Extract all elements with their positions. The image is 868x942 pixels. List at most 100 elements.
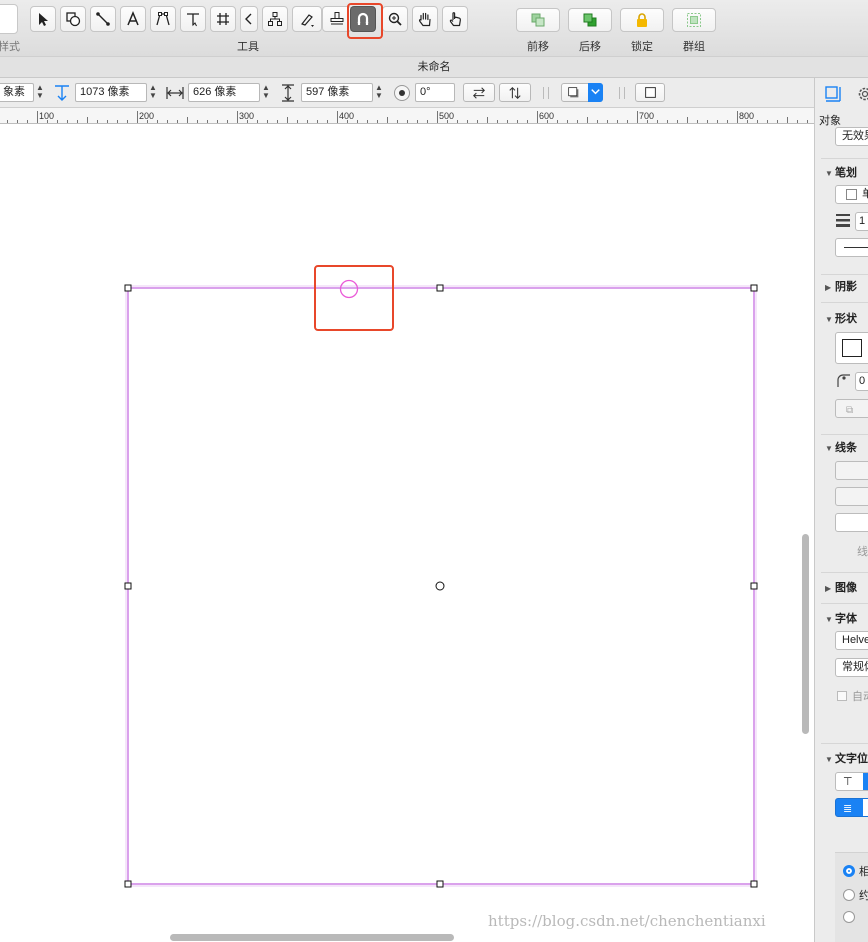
text-halign-segmented[interactable]: ≣ — [835, 798, 868, 817]
text-position-section-header[interactable]: ▼文字位置 — [825, 750, 868, 766]
text-wrap-radio-1[interactable]: 相 — [843, 863, 868, 879]
send-backward-icon — [583, 13, 597, 27]
text-valign-segmented[interactable]: ⊤ — [835, 772, 868, 791]
stroke-width-icon — [836, 214, 850, 227]
x-stepper[interactable]: ▲ ▼ — [34, 83, 46, 102]
stroke-pattern-popup[interactable] — [835, 238, 868, 257]
drawing-canvas[interactable] — [0, 124, 814, 942]
selection-tool-button[interactable] — [30, 6, 56, 32]
center-handle[interactable] — [435, 581, 445, 591]
resize-handle-right[interactable] — [750, 582, 758, 590]
magnet-point-marker[interactable] — [339, 279, 359, 299]
flip-vertical-button[interactable] — [499, 83, 531, 102]
text-wrap-radio-3[interactable] — [843, 911, 855, 924]
chevron-left-icon — [245, 13, 252, 25]
resize-handle-top[interactable] — [436, 284, 444, 292]
horizontal-scrollbar[interactable] — [170, 934, 454, 941]
send-backward-button[interactable] — [568, 8, 612, 32]
pen-tool-button[interactable] — [150, 6, 176, 32]
width-field[interactable]: 626 像素 — [188, 83, 260, 102]
zoom-tool-button[interactable] — [382, 6, 408, 32]
height-field[interactable]: 597 像素 — [301, 83, 373, 102]
text-wrap-group: 相 约 — [835, 852, 868, 942]
point-edit-icon — [187, 13, 199, 27]
rotation-dial-icon[interactable] — [392, 83, 412, 103]
corner-radius-icon — [837, 374, 850, 387]
y-stepper[interactable]: ▲ ▼ — [147, 83, 159, 102]
stroke-type-popup[interactable]: 单 — [835, 185, 868, 204]
corner-radius-field[interactable]: 0 — [855, 372, 868, 391]
section-divider — [821, 572, 868, 573]
gear-icon[interactable] — [855, 84, 868, 104]
shape-section-header[interactable]: ▼ 形状 — [825, 310, 857, 326]
ruler-label: 600 — [539, 111, 554, 121]
font-auto-checkbox[interactable]: 自动 — [837, 688, 868, 704]
section-divider — [821, 434, 868, 435]
hash-icon — [217, 13, 229, 25]
width-stepper[interactable]: ▲ ▼ — [260, 83, 272, 102]
object-inspector-tab-icon[interactable] — [823, 84, 843, 104]
point-tool-button[interactable] — [180, 6, 206, 32]
font-section-header[interactable]: ▼ 字体 — [825, 610, 857, 626]
resize-handle-top-right[interactable] — [750, 284, 758, 292]
vertical-scrollbar[interactable] — [802, 534, 809, 734]
resize-handle-bottom-right[interactable] — [750, 880, 758, 888]
height-stepper[interactable]: ▲ ▼ — [373, 83, 385, 102]
style-brush-tool-button[interactable] — [292, 6, 322, 32]
x-position-field[interactable]: 象素 — [0, 83, 34, 102]
y-position-field[interactable]: 1073 像素 — [75, 83, 147, 102]
shape-picker[interactable] — [835, 332, 868, 364]
resize-handle-bottom-left[interactable] — [124, 880, 132, 888]
resize-handle-bottom[interactable] — [436, 880, 444, 888]
ruler-label: 400 — [339, 111, 354, 121]
font-style-popup[interactable]: 常规体 — [835, 658, 868, 677]
group-button[interactable] — [672, 8, 716, 32]
line-icon — [96, 12, 110, 26]
font-family-popup[interactable]: Helvetica — [835, 631, 868, 650]
collapse-tools-button[interactable] — [240, 6, 258, 32]
resize-handle-left[interactable] — [124, 582, 132, 590]
group-icon — [687, 13, 701, 27]
lock-icon — [637, 13, 647, 27]
resize-handle-top-left[interactable] — [124, 284, 132, 292]
shadow-style-popup[interactable] — [561, 83, 603, 102]
lines-section-header[interactable]: ▼ 线条 — [825, 439, 857, 455]
height-icon — [282, 84, 294, 102]
grid-tool-button[interactable] — [210, 6, 236, 32]
text-wrap-radio-2[interactable]: 约 — [843, 887, 868, 903]
watermark-text: https://blog.csdn.net/chenchentianxi — [488, 912, 766, 930]
ruler-label: 500 — [439, 111, 454, 121]
diagram-tool-button[interactable] — [262, 6, 288, 32]
stroke-section-header[interactable]: ▼ 笔划 — [825, 164, 857, 180]
line-type-popup[interactable] — [835, 461, 868, 480]
bring-forward-icon — [531, 13, 545, 27]
pointing-hand-icon — [449, 12, 461, 27]
shadow-section-header[interactable]: ▶ 阴影 — [825, 278, 857, 294]
stroke-checkbox[interactable] — [846, 189, 857, 200]
stroke-style-button[interactable] — [635, 83, 665, 102]
convert-shape-button[interactable]: ⧉ — [835, 399, 868, 418]
fill-popup[interactable]: 无效果 — [835, 127, 868, 146]
line-head-popup[interactable] — [835, 487, 868, 506]
line-hops-popup[interactable] — [835, 513, 868, 532]
group-label: 群组 — [683, 41, 705, 53]
section-divider — [821, 743, 868, 744]
image-section-header[interactable]: ▶ 图像 — [825, 579, 857, 595]
text-tool-button[interactable] — [120, 6, 146, 32]
stroke-width-field[interactable]: 1 — [855, 212, 868, 231]
arrow-pointer-icon — [39, 13, 48, 26]
section-divider — [821, 302, 868, 303]
style-well[interactable] — [0, 4, 18, 34]
ruler-ticks: 100 200 300 400 500 600 700 800 — [7, 111, 808, 123]
swap-vertical-icon — [509, 86, 521, 99]
horizontal-ruler: 100 200 300 400 500 600 700 800 — [0, 108, 814, 124]
hand-tool-button[interactable] — [412, 6, 438, 32]
hierarchy-icon — [268, 12, 282, 26]
bring-forward-button[interactable] — [516, 8, 560, 32]
shape-tool-button[interactable] — [60, 6, 86, 32]
rotation-field[interactable]: 0° — [415, 83, 455, 102]
flip-horizontal-button[interactable] — [463, 83, 495, 102]
browse-tool-button[interactable] — [442, 6, 468, 32]
lock-button[interactable] — [620, 8, 664, 32]
line-tool-button[interactable] — [90, 6, 116, 32]
